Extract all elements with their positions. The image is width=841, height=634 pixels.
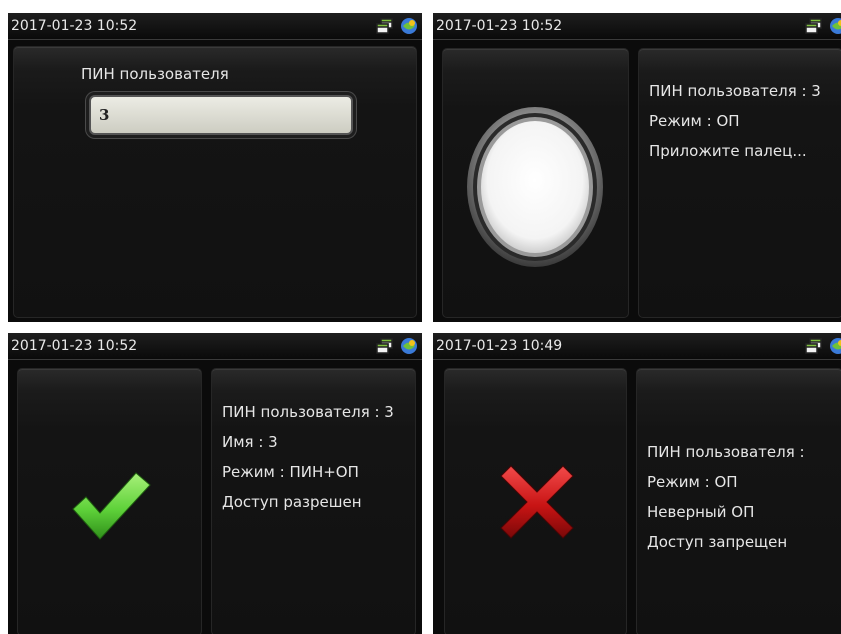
status-time: 2017-01-23 10:49 bbox=[436, 338, 563, 354]
status-bar: 2017-01-23 10:52 bbox=[8, 333, 422, 360]
info-lines: ПИН пользователя : Режим : ОП Неверный О… bbox=[647, 437, 805, 557]
info-lines: ПИН пользователя : 3 Имя : 3 Режим : ПИН… bbox=[222, 397, 394, 517]
info-panel: ПИН пользователя : 3 Режим : ОП Приложит… bbox=[638, 48, 841, 318]
pin-label: ПИН пользователя bbox=[81, 65, 229, 83]
info-access: Доступ разрешен bbox=[222, 493, 362, 511]
screen-access-denied: 2017-01-23 10:49 ПИН пользователя: Режи… bbox=[433, 333, 841, 634]
status-time: 2017-01-23 10:52 bbox=[11, 338, 138, 354]
info-mode: Режим : ПИН+ОП bbox=[222, 463, 359, 481]
pin-panel: ПИН пользователя 3 bbox=[13, 46, 417, 318]
app-icon bbox=[830, 338, 841, 354]
screen-pin-entry: 2017-01-23 10:52 ПИН пользователя 3 bbox=[8, 13, 422, 322]
info-mode: Режим : ОП bbox=[647, 473, 738, 491]
info-prompt: Приложите палец... bbox=[649, 142, 807, 160]
screen-access-granted: 2017-01-23 10:52 ПИН пользователя: 3 Им… bbox=[8, 333, 422, 634]
checkmark-icon bbox=[72, 472, 151, 540]
sensor-panel bbox=[442, 48, 629, 318]
info-lines: ПИН пользователя : 3 Режим : ОП Приложит… bbox=[649, 76, 821, 166]
info-mode: Режим : ОП bbox=[649, 112, 740, 130]
pin-input[interactable]: 3 bbox=[89, 95, 353, 135]
fingerprint-sensor-icon bbox=[467, 107, 603, 267]
info-pin: ПИН пользователя : 3 bbox=[649, 82, 821, 100]
info-panel: ПИН пользователя : Режим : ОП Неверный О… bbox=[636, 368, 841, 634]
status-time: 2017-01-23 10:52 bbox=[436, 18, 563, 34]
app-icon bbox=[401, 338, 417, 354]
info-pin: ПИН пользователя : bbox=[647, 443, 805, 461]
cross-icon bbox=[500, 465, 574, 539]
result-icon-panel bbox=[17, 368, 202, 634]
screen-place-finger: 2017-01-23 10:52 ПИН пользователя: 3 Ре… bbox=[433, 13, 841, 322]
status-bar: 2017-01-23 10:49 bbox=[433, 333, 841, 360]
status-bar: 2017-01-23 10:52 bbox=[433, 13, 841, 40]
status-bar: 2017-01-23 10:52 bbox=[8, 13, 422, 40]
network-icon bbox=[376, 338, 393, 354]
status-time: 2017-01-23 10:52 bbox=[11, 18, 138, 34]
app-icon bbox=[830, 18, 841, 34]
info-panel: ПИН пользователя : 3 Имя : 3 Режим : ПИН… bbox=[211, 368, 416, 634]
network-icon bbox=[805, 18, 822, 34]
info-pin: ПИН пользователя : 3 bbox=[222, 403, 394, 421]
info-name: Имя : 3 bbox=[222, 433, 278, 451]
info-access: Доступ запрещен bbox=[647, 533, 788, 551]
network-icon bbox=[376, 18, 393, 34]
info-error: Неверный ОП bbox=[647, 503, 755, 521]
result-icon-panel bbox=[444, 368, 627, 634]
app-icon bbox=[401, 18, 417, 34]
network-icon bbox=[805, 338, 822, 354]
